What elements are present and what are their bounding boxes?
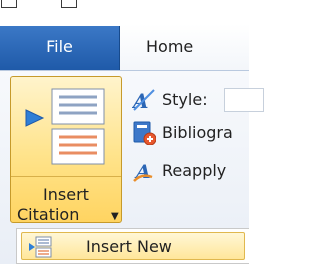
insert-citation-menu: Insert New — [16, 228, 249, 264]
insert-citation-icon — [51, 88, 105, 165]
bibliography-icon — [133, 121, 156, 145]
reapply-icon: A — [133, 161, 153, 183]
insert-arrow-icon — [25, 109, 45, 127]
style-label: Style: — [162, 90, 208, 109]
bibliography-label: Bibliogra — [162, 123, 233, 142]
tab-home-label: Home — [146, 37, 194, 56]
insert-new-label: Insert New — [86, 237, 172, 256]
insert-citation-button[interactable]: Insert Citation ▼ — [10, 76, 122, 224]
insert-citation-main[interactable] — [11, 77, 121, 177]
tab-file-label: File — [46, 37, 73, 56]
reapply-label: Reapply — [162, 161, 227, 180]
style-select[interactable] — [224, 88, 264, 112]
tab-file[interactable]: File — [0, 26, 120, 70]
tab-home[interactable]: Home — [121, 26, 249, 70]
style-icon: A — [132, 89, 155, 112]
reapply-button[interactable]: A Reapply — [128, 155, 249, 185]
menu-item-insert-new[interactable]: Insert New — [21, 232, 245, 260]
quick-access-box — [61, 0, 77, 8]
insert-citation-label-line1: Insert — [43, 185, 89, 204]
bibliography-button[interactable]: Bibliogra — [128, 117, 249, 147]
quick-access-box — [1, 0, 17, 8]
chevron-down-icon[interactable]: ▼ — [111, 211, 119, 222]
style-control[interactable]: A Style: — [128, 84, 264, 114]
insert-citation-label-line2: Citation — [17, 205, 80, 224]
insert-new-icon — [29, 236, 52, 258]
title-bar — [0, 0, 249, 24]
